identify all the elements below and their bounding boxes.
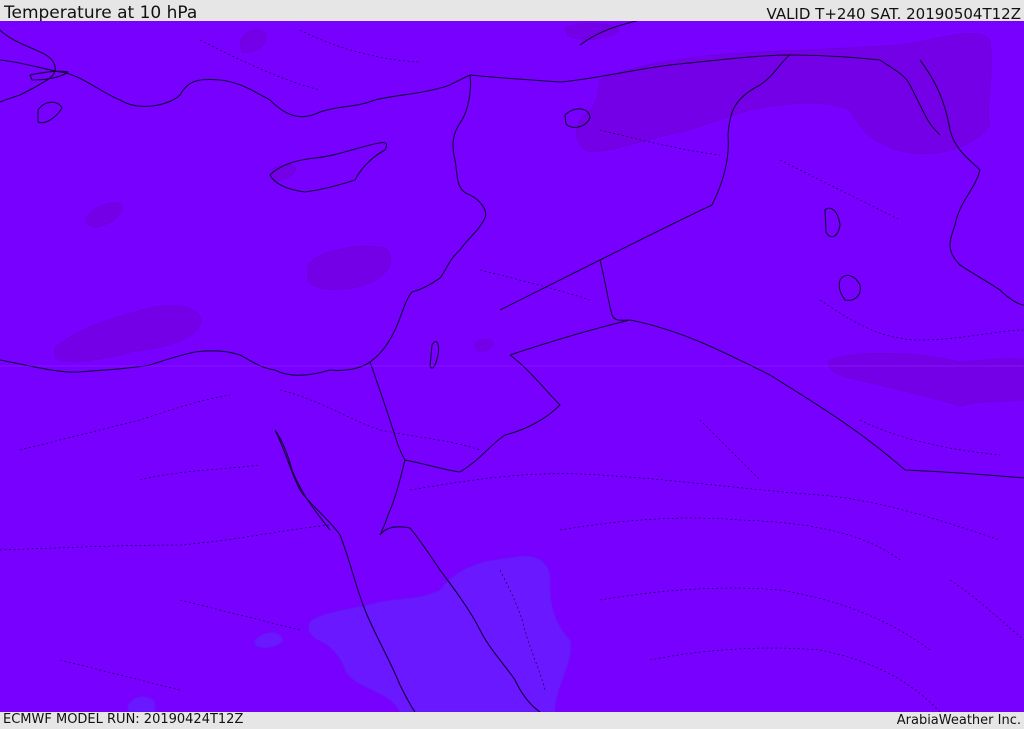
model-run-label: ECMWF MODEL RUN: 20190424T12Z [3, 712, 244, 727]
header-bar: Temperature at 10 hPa VALID T+240 SAT. 2… [0, 0, 1024, 23]
temperature-map[interactable] [0, 21, 1024, 712]
map-title: Temperature at 10 hPa [4, 3, 198, 23]
footer-bar: ECMWF MODEL RUN: 20190424T12Z ArabiaWeat… [0, 712, 1024, 729]
credit-label: ArabiaWeather Inc. [896, 713, 1021, 728]
